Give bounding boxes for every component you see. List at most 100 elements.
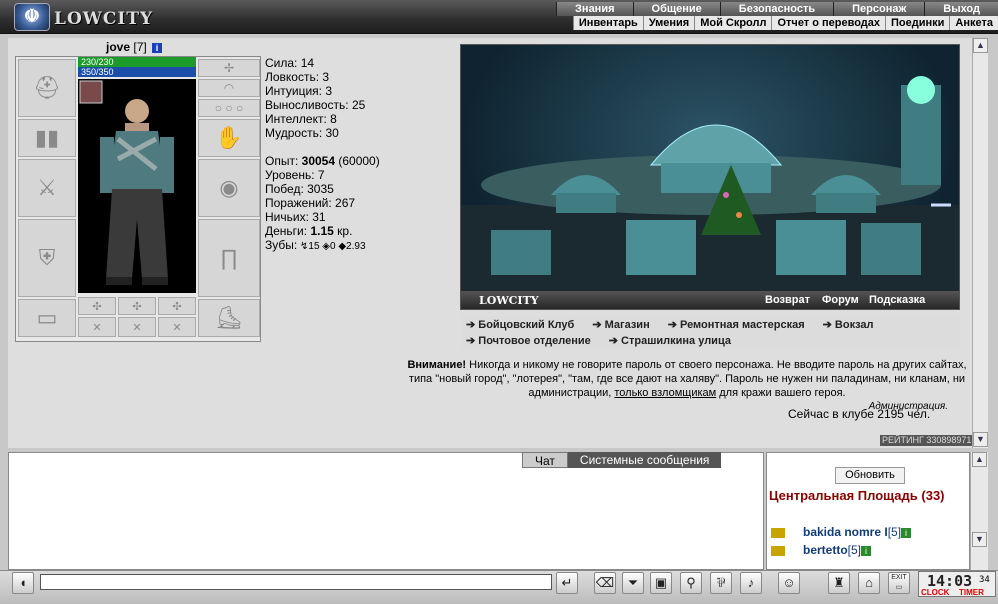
loc-fight-club[interactable]: ➔ Бойцовский Клуб (466, 318, 574, 331)
eraser-icon[interactable]: ⌫ (594, 572, 616, 594)
stat-endurance: Выносливость: 25 (265, 98, 366, 112)
submenu-profile[interactable]: Анкета (949, 16, 998, 30)
belt-slot[interactable]: ▭ (18, 299, 76, 337)
link-forum[interactable]: Форум (822, 294, 859, 306)
character-level: [7] (133, 40, 147, 54)
scroll-slot-1[interactable]: ✕ (78, 317, 116, 337)
top-bar: ☫ LOWCITY Знания Общение Безопасность Пе… (0, 0, 998, 34)
submenu-inventory[interactable]: Инвентарь (572, 16, 643, 30)
shield-icon: ◉ (219, 175, 239, 200)
weapon-slot[interactable]: ⚔ (18, 159, 76, 217)
amulet-icon: ✢ (223, 61, 235, 75)
scroll-icon: ✕ (132, 321, 142, 334)
rune-icon: ✣ (172, 300, 182, 313)
scene-title: LOWCITY (479, 294, 539, 307)
logo-text: LOWCITY (54, 9, 154, 29)
private-message-icon[interactable] (771, 545, 785, 556)
link-return[interactable]: Возврат (765, 294, 810, 306)
scroll-down-icon[interactable]: ▼ (973, 432, 988, 447)
scene-bar: LOWCITY Возврат Форум Подсказка (461, 291, 959, 309)
user-item[interactable]: bakida nomre I[5] i (771, 525, 912, 539)
rune-slot-1[interactable]: ✣ (78, 297, 116, 315)
submenu-duels[interactable]: Поединки (885, 16, 949, 30)
tab-system-messages[interactable]: Системные сообщения (567, 452, 722, 468)
info-icon[interactable]: i (861, 545, 872, 556)
bracers-icon: ▮▮ (34, 125, 60, 150)
character-figure (79, 80, 174, 285)
bracers-slot[interactable]: ▮▮ (18, 119, 76, 157)
warning-link[interactable]: только взломщикам (614, 387, 716, 399)
tab-chat[interactable]: Чат (522, 452, 568, 468)
stat-teeth: Зубы: ↯15 ◈0 ◆2.93 (265, 238, 366, 252)
sword-icon: ⚔ (37, 175, 57, 200)
shield-slot[interactable]: ◉ (198, 159, 260, 217)
info-icon[interactable]: i (152, 43, 163, 53)
timer-label[interactable]: TIMER (959, 588, 984, 597)
filter-icon[interactable]: ⏷ (622, 572, 644, 594)
loc-station[interactable]: ➔ Вокзал (823, 318, 874, 331)
gloves-slot[interactable]: ✋ (198, 119, 260, 157)
scroll-up-icon[interactable]: ▲ (972, 452, 987, 467)
scroll-slot-2[interactable]: ✕ (118, 317, 156, 337)
online-count: Сейчас в клубе 2195 чел. (788, 407, 931, 421)
amulet-slot[interactable]: ✢ (198, 59, 260, 77)
leggings-icon: ∏ (219, 245, 239, 270)
armor-icon: ⛨ (38, 245, 56, 270)
private-message-icon[interactable] (771, 527, 785, 538)
sound-icon[interactable]: ♪ (740, 572, 762, 594)
menu-item-knowledge[interactable]: Знания (556, 2, 633, 16)
chat-area[interactable] (8, 452, 764, 570)
chat-input[interactable] (40, 574, 552, 590)
armor-slot[interactable]: ⛨ (18, 219, 76, 297)
exit-icon[interactable]: EXIT ▭ (888, 572, 910, 594)
necklace-slot[interactable]: ◠ (198, 79, 260, 97)
character-avatar[interactable] (78, 79, 196, 293)
menu-item-security[interactable]: Безопасность (719, 2, 834, 16)
user-item[interactable]: bertetto[5] i (771, 543, 872, 557)
stat-agility: Ловкость: 3 (265, 70, 330, 84)
send-button[interactable]: ↵ (556, 572, 578, 594)
submenu-transfer-report[interactable]: Отчет о переводах (771, 16, 885, 30)
scroll-down-icon[interactable]: ▼ (972, 532, 987, 547)
tooth-icon: ◆ (338, 241, 347, 252)
main-scrollbar[interactable]: ▲ ▼ (972, 38, 988, 448)
menu-item-exit[interactable]: Выход (924, 2, 998, 16)
helmet-slot[interactable]: ⛑ (18, 59, 76, 117)
users-scrollbar[interactable]: ▲ ▼ (970, 452, 988, 570)
rune-slot-3[interactable]: ✣ (158, 297, 196, 315)
info-icon[interactable]: i (901, 527, 912, 538)
refresh-button[interactable]: Обновить (835, 467, 905, 484)
helmet-icon: ⛑ (33, 75, 61, 100)
rating-counter[interactable]: РЕЙТИНГ 330898971 (880, 435, 974, 446)
save-icon[interactable]: ▣ (650, 572, 672, 594)
belt-icon: ▭ (36, 305, 58, 330)
boots-slot[interactable]: ⛸ (198, 299, 260, 337)
loc-scary-street[interactable]: ➔ Страшилкина улица (609, 334, 731, 347)
scroll-up-icon[interactable]: ▲ (973, 38, 988, 53)
loc-post-office[interactable]: ➔ Почтовое отделение (466, 334, 591, 347)
menu-item-character[interactable]: Персонаж (833, 2, 925, 16)
chat-tabs: Чат Системные сообщения (522, 452, 722, 468)
menu-item-communication[interactable]: Общение (632, 2, 720, 16)
speaker-icon[interactable]: ◖ (12, 572, 34, 594)
bottom-toolbar: ◖ ↵ ⌫ ⏷ ▣ ⚲ ⅌ ♪ ☺ ♜ ⌂ EXIT ▭ 14:03 34 CLO… (0, 570, 998, 604)
translit-icon[interactable]: ⅌ (710, 572, 732, 594)
necklace-icon: ◠ (223, 81, 235, 95)
city-scene[interactable]: LOWCITY Возврат Форум Подсказка (460, 44, 960, 310)
walk-icon[interactable]: ⚲ (680, 572, 702, 594)
submenu-my-scroll[interactable]: Мой Скролл (694, 16, 771, 30)
lock-icon[interactable]: ♜ (828, 572, 850, 594)
leggings-slot[interactable]: ∏ (198, 219, 260, 297)
house-icon[interactable]: ⌂ (858, 572, 880, 594)
loc-shop[interactable]: ➔ Магазин (592, 318, 649, 331)
clock-label[interactable]: CLOCK (921, 588, 949, 597)
rune-slot-2[interactable]: ✣ (118, 297, 156, 315)
submenu-skills[interactable]: Умения (642, 16, 694, 30)
character-name: jove (106, 40, 131, 54)
scroll-slot-3[interactable]: ✕ (158, 317, 196, 337)
character-nick: jove [7] i (106, 40, 163, 54)
link-hint[interactable]: Подсказка (869, 294, 925, 306)
smile-icon[interactable]: ☺ (778, 572, 800, 594)
rings-slot[interactable]: ○ ○ ○ (198, 99, 260, 117)
loc-repair[interactable]: ➔ Ремонтная мастерская (668, 318, 805, 331)
